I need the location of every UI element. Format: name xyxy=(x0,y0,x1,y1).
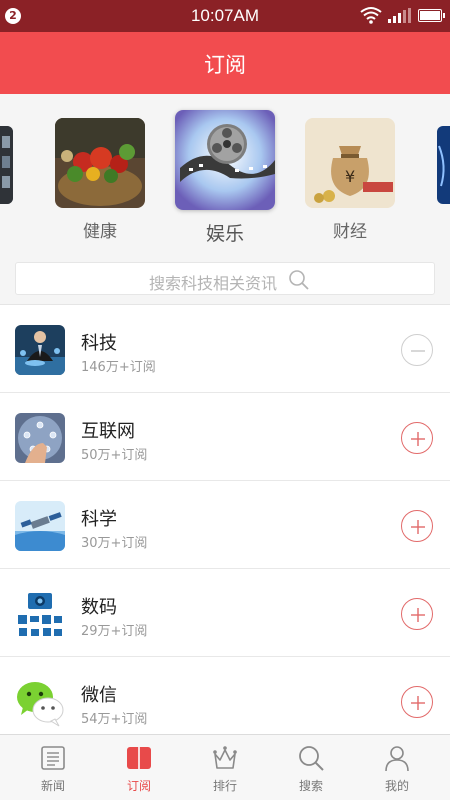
search-icon xyxy=(299,746,324,771)
app-header: 订阅 xyxy=(0,32,450,94)
tab-label: 新闻 xyxy=(40,779,65,793)
plus-icon xyxy=(411,696,425,710)
news-icon xyxy=(41,746,65,770)
channel-name: 科技 xyxy=(81,333,117,354)
money-bag-image: ¥ xyxy=(305,118,395,208)
tab-ranking[interactable]: 排行 xyxy=(180,735,270,800)
person-icon xyxy=(385,746,409,772)
tab-subscribe[interactable]: 订阅 xyxy=(94,735,184,800)
subscriber-count: 54万+订阅 xyxy=(81,712,148,727)
search-icon xyxy=(289,270,309,290)
plus-icon xyxy=(411,432,425,446)
subscribe-button[interactable] xyxy=(401,598,433,630)
channel-name: 互联网 xyxy=(81,421,135,442)
status-bar: 2 10:07AM xyxy=(0,0,450,32)
category-label: 娱乐 xyxy=(205,223,244,245)
tab-news[interactable]: 新闻 xyxy=(8,735,98,800)
category-label: 财经 xyxy=(333,222,367,242)
page-title: 订阅 xyxy=(204,53,246,77)
carousel-item-partial-right[interactable] xyxy=(437,126,450,204)
vegetables-image xyxy=(55,118,145,208)
carousel-item-partial-left[interactable] xyxy=(0,126,13,204)
category-label: 健康 xyxy=(83,222,117,242)
partial-image xyxy=(437,126,450,204)
partial-image xyxy=(0,126,13,204)
tab-me[interactable]: 我的 xyxy=(352,735,442,800)
subscribe-button[interactable] xyxy=(401,686,433,718)
channel-list: 科技 146万+订阅 互联网 50万+订阅 科学 30万+订阅 数码 29万+订… xyxy=(0,304,450,734)
list-item[interactable]: 微信 54万+订阅 xyxy=(0,657,450,734)
signal-icon xyxy=(388,8,411,23)
subscribe-button[interactable] xyxy=(401,422,433,454)
network-touch-image xyxy=(15,413,65,463)
tab-label: 排行 xyxy=(212,779,237,793)
tab-search[interactable]: 搜索 xyxy=(266,735,356,800)
channel-name: 微信 xyxy=(81,685,117,706)
list-item[interactable]: 科技 146万+订阅 xyxy=(0,305,450,393)
channel-name: 数码 xyxy=(81,597,117,618)
satellite-image xyxy=(15,501,65,551)
tab-label: 订阅 xyxy=(126,779,151,793)
book-icon xyxy=(127,747,151,769)
wifi-icon xyxy=(360,7,382,24)
subscribe-button[interactable] xyxy=(401,510,433,542)
tech-businessman-image xyxy=(15,325,65,375)
svg-text:¥: ¥ xyxy=(345,167,355,186)
search-placeholder: 搜索科技相关资讯 xyxy=(148,274,277,293)
search-box[interactable]: 搜索科技相关资讯 xyxy=(15,262,435,295)
film-reel-image xyxy=(175,110,275,210)
list-item[interactable]: 科学 30万+订阅 xyxy=(0,481,450,569)
crown-icon xyxy=(213,746,237,769)
plus-icon xyxy=(411,608,425,622)
subscriber-count: 146万+订阅 xyxy=(81,360,156,375)
tab-label: 搜索 xyxy=(298,779,323,793)
subscriber-count: 30万+订阅 xyxy=(81,536,148,551)
minus-icon xyxy=(411,350,425,352)
plus-icon xyxy=(411,520,425,534)
category-entertainment[interactable]: 娱乐 xyxy=(175,110,275,246)
subscriber-count: 50万+订阅 xyxy=(81,448,148,463)
channel-name: 科学 xyxy=(81,509,117,530)
battery-icon xyxy=(418,9,445,22)
bottom-tab-bar: 新闻 订阅 排行 搜索 我的 xyxy=(0,734,450,800)
unsubscribe-button[interactable] xyxy=(401,334,433,366)
subscriber-count: 29万+订阅 xyxy=(81,624,148,639)
status-time: 10:07AM xyxy=(190,6,260,25)
wechat-logo xyxy=(15,677,65,727)
category-health[interactable]: 健康 xyxy=(55,118,145,242)
digital-devices-image xyxy=(15,589,65,639)
list-item[interactable]: 数码 29万+订阅 xyxy=(0,569,450,657)
list-item[interactable]: 互联网 50万+订阅 xyxy=(0,393,450,481)
tab-label: 我的 xyxy=(384,779,409,793)
category-finance[interactable]: ¥ 财经 xyxy=(305,118,395,242)
